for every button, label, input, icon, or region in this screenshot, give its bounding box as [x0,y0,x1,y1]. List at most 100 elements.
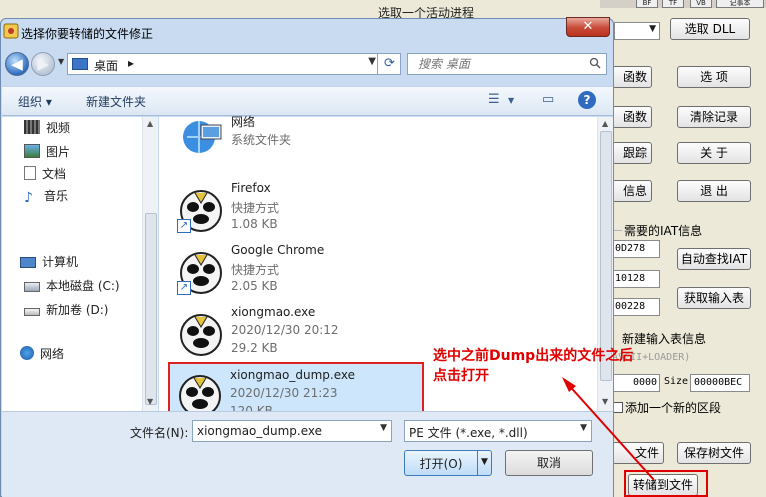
dialog-title: 选择你要转储的文件修正 [21,27,154,41]
view-options-icon[interactable]: ☰ [488,92,500,110]
nav-item-computer[interactable]: 计算机 [20,253,78,271]
search-box[interactable] [407,53,607,75]
nav-item-pictures[interactable]: 图片 [24,143,70,161]
nav-item-new-volume[interactable]: 新加卷 (D:) [24,301,108,319]
file-name: Firefox [231,181,271,195]
vb-button[interactable]: VB [690,0,712,8]
nav-item-videos[interactable]: 视频 [24,119,70,137]
file-date: 2020/12/30 20:12 [231,323,339,337]
file-type: 系统文件夹 [231,133,292,147]
refresh-button[interactable]: ⟳ [377,53,401,75]
size-label: Size [664,376,689,387]
nav-item-local-disk[interactable]: 本地磁盘 (C:) [24,277,120,295]
picture-icon [24,144,40,158]
file-size: 29.2 KB [231,341,278,355]
annotation-line-2: 点击打开 [433,368,489,384]
scroll-down-icon[interactable]: ▼ [602,397,608,406]
about-button[interactable]: 关 于 [677,142,751,164]
file-name: 网络 [231,115,256,129]
network-icon [20,346,34,360]
highlight-box-dump-button [624,470,708,497]
iat-section-title: 需要的IAT信息 [624,224,703,238]
back-arrow-icon: ◀ [11,55,23,73]
close-button[interactable]: ✕ [566,17,610,37]
address-path[interactable]: 桌面 [94,57,118,74]
new-folder-button[interactable]: 新建文件夹 [86,93,146,110]
annotation-text: 选中之前Dump出来的文件之后 点击打开 [433,346,633,386]
dialog-titlebar[interactable]: 选择你要转储的文件修正 ✕ [1,17,613,47]
file-item-firefox[interactable]: ↗ Firefox 快捷方式 1.08 KB [171,181,421,243]
file-item-google-chrome[interactable]: ↗ Google Chrome 快捷方式 2.05 KB [171,243,421,305]
app-icon [3,23,19,39]
file-name: Google Chrome [231,243,325,257]
nav-scroll-thumb[interactable] [145,213,157,405]
scroll-down-icon[interactable]: ▼ [147,397,153,406]
process-dropdown[interactable]: ▼ [614,22,660,40]
navigation-pane: 视频 图片 文档 ♪ 音乐 计算机 本地磁盘 (C:) 新加卷 (D:) 网络 ▲… [2,117,158,411]
nav-item-music[interactable]: ♪ 音乐 [24,187,68,206]
shortcut-arrow-icon: ↗ [177,219,191,233]
exit-button[interactable]: 退 出 [677,180,751,202]
preview-pane-icon[interactable]: ▭ [542,92,554,110]
file-type: 快捷方式 [231,201,280,215]
open-split-dropdown-icon[interactable]: ▼ [477,451,491,475]
filename-dropdown-icon[interactable]: ▼ [380,423,387,433]
trace-button[interactable]: 跟踪 [612,142,652,164]
desktop-folder-icon [72,58,88,70]
info-button[interactable]: 信息 [612,180,652,202]
size-value-field[interactable]: 00000BEC [690,374,750,392]
file-button[interactable]: 文件 [612,442,664,464]
save-tree-button[interactable]: 保存树文件 [677,442,751,464]
file-size: 1.08 KB [231,217,278,231]
address-dropdown-icon[interactable]: ▼ [368,56,376,67]
nav-scrollbar[interactable]: ▲ ▼ [142,117,158,411]
file-scroll-thumb[interactable] [600,131,612,381]
help-icon[interactable]: ? [578,91,596,109]
open-button[interactable]: 打开(O) ▼ [404,450,492,476]
function-button-2[interactable]: 函数 [612,106,652,128]
refresh-icon: ⟳ [384,56,395,71]
new-import-section-title: 新建输入表信息 [622,332,707,346]
file-open-dialog: 选择你要转储的文件修正 ✕ ◀ ▶ ▼ 桌面 ▸ ▼ ⟳ 组织 ▾ 新建文件夹 … [0,17,614,497]
size-field[interactable]: 00228 [612,298,660,316]
file-name: xiongmao.exe [231,305,316,319]
function-button-1[interactable]: 函数 [612,66,652,88]
organize-menu[interactable]: 组织 ▾ [18,93,52,110]
view-dropdown-icon[interactable]: ▼ [508,96,514,114]
file-size: 2.05 KB [231,279,278,293]
filetype-dropdown-icon[interactable]: ▼ [580,423,587,433]
get-import-table-button[interactable]: 获取输入表 [677,287,751,309]
auto-find-iat-button[interactable]: 自动查找IAT [677,248,751,270]
document-icon [24,166,36,180]
file-item-network[interactable]: 网络 系统文件夹 [171,111,421,159]
nav-item-documents[interactable]: 文档 [24,165,66,183]
filetype-value: PE 文件 (*.exe, *.dll) [409,426,528,440]
search-input[interactable] [416,55,586,73]
add-section-checkbox[interactable]: 添加一个新的区段 [612,399,721,416]
oep-field[interactable]: 0D278 [612,240,660,258]
bf-button[interactable]: BF [636,0,658,8]
music-icon: ♪ [24,190,33,206]
nav-item-network[interactable]: 网络 [20,345,64,363]
filename-value: xiongmao_dump.exe [197,424,323,438]
rva-field[interactable]: 10128 [612,270,660,288]
computer-icon [20,257,36,268]
notepad-button[interactable]: 记事本 [716,0,764,8]
shortcut-arrow-icon: ↗ [177,281,191,295]
options-button[interactable]: 选 项 [677,66,751,88]
address-bar[interactable]: 桌面 ▸ ▼ [67,53,401,75]
cancel-button[interactable]: 取消 [505,450,593,476]
scroll-up-icon[interactable]: ▲ [602,119,608,128]
tf-button[interactable]: TF [662,0,684,8]
scroll-up-icon[interactable]: ▲ [147,119,153,128]
file-item-xiongmao[interactable]: xiongmao.exe 2020/12/30 20:12 29.2 KB [171,305,421,367]
clear-log-button[interactable]: 清除记录 [677,106,751,128]
open-label: 打开(O) [419,457,463,471]
path-separator-icon[interactable]: ▸ [128,56,134,70]
select-dll-button[interactable]: 选取 DLL [670,18,750,40]
back-button[interactable]: ◀ [5,52,29,76]
filename-input[interactable]: xiongmao_dump.exe ▼ [192,420,392,442]
filetype-select[interactable]: PE 文件 (*.exe, *.dll) ▼ [404,420,592,442]
forward-button[interactable]: ▶ [31,52,55,76]
recent-dropdown-icon[interactable]: ▼ [58,57,64,66]
